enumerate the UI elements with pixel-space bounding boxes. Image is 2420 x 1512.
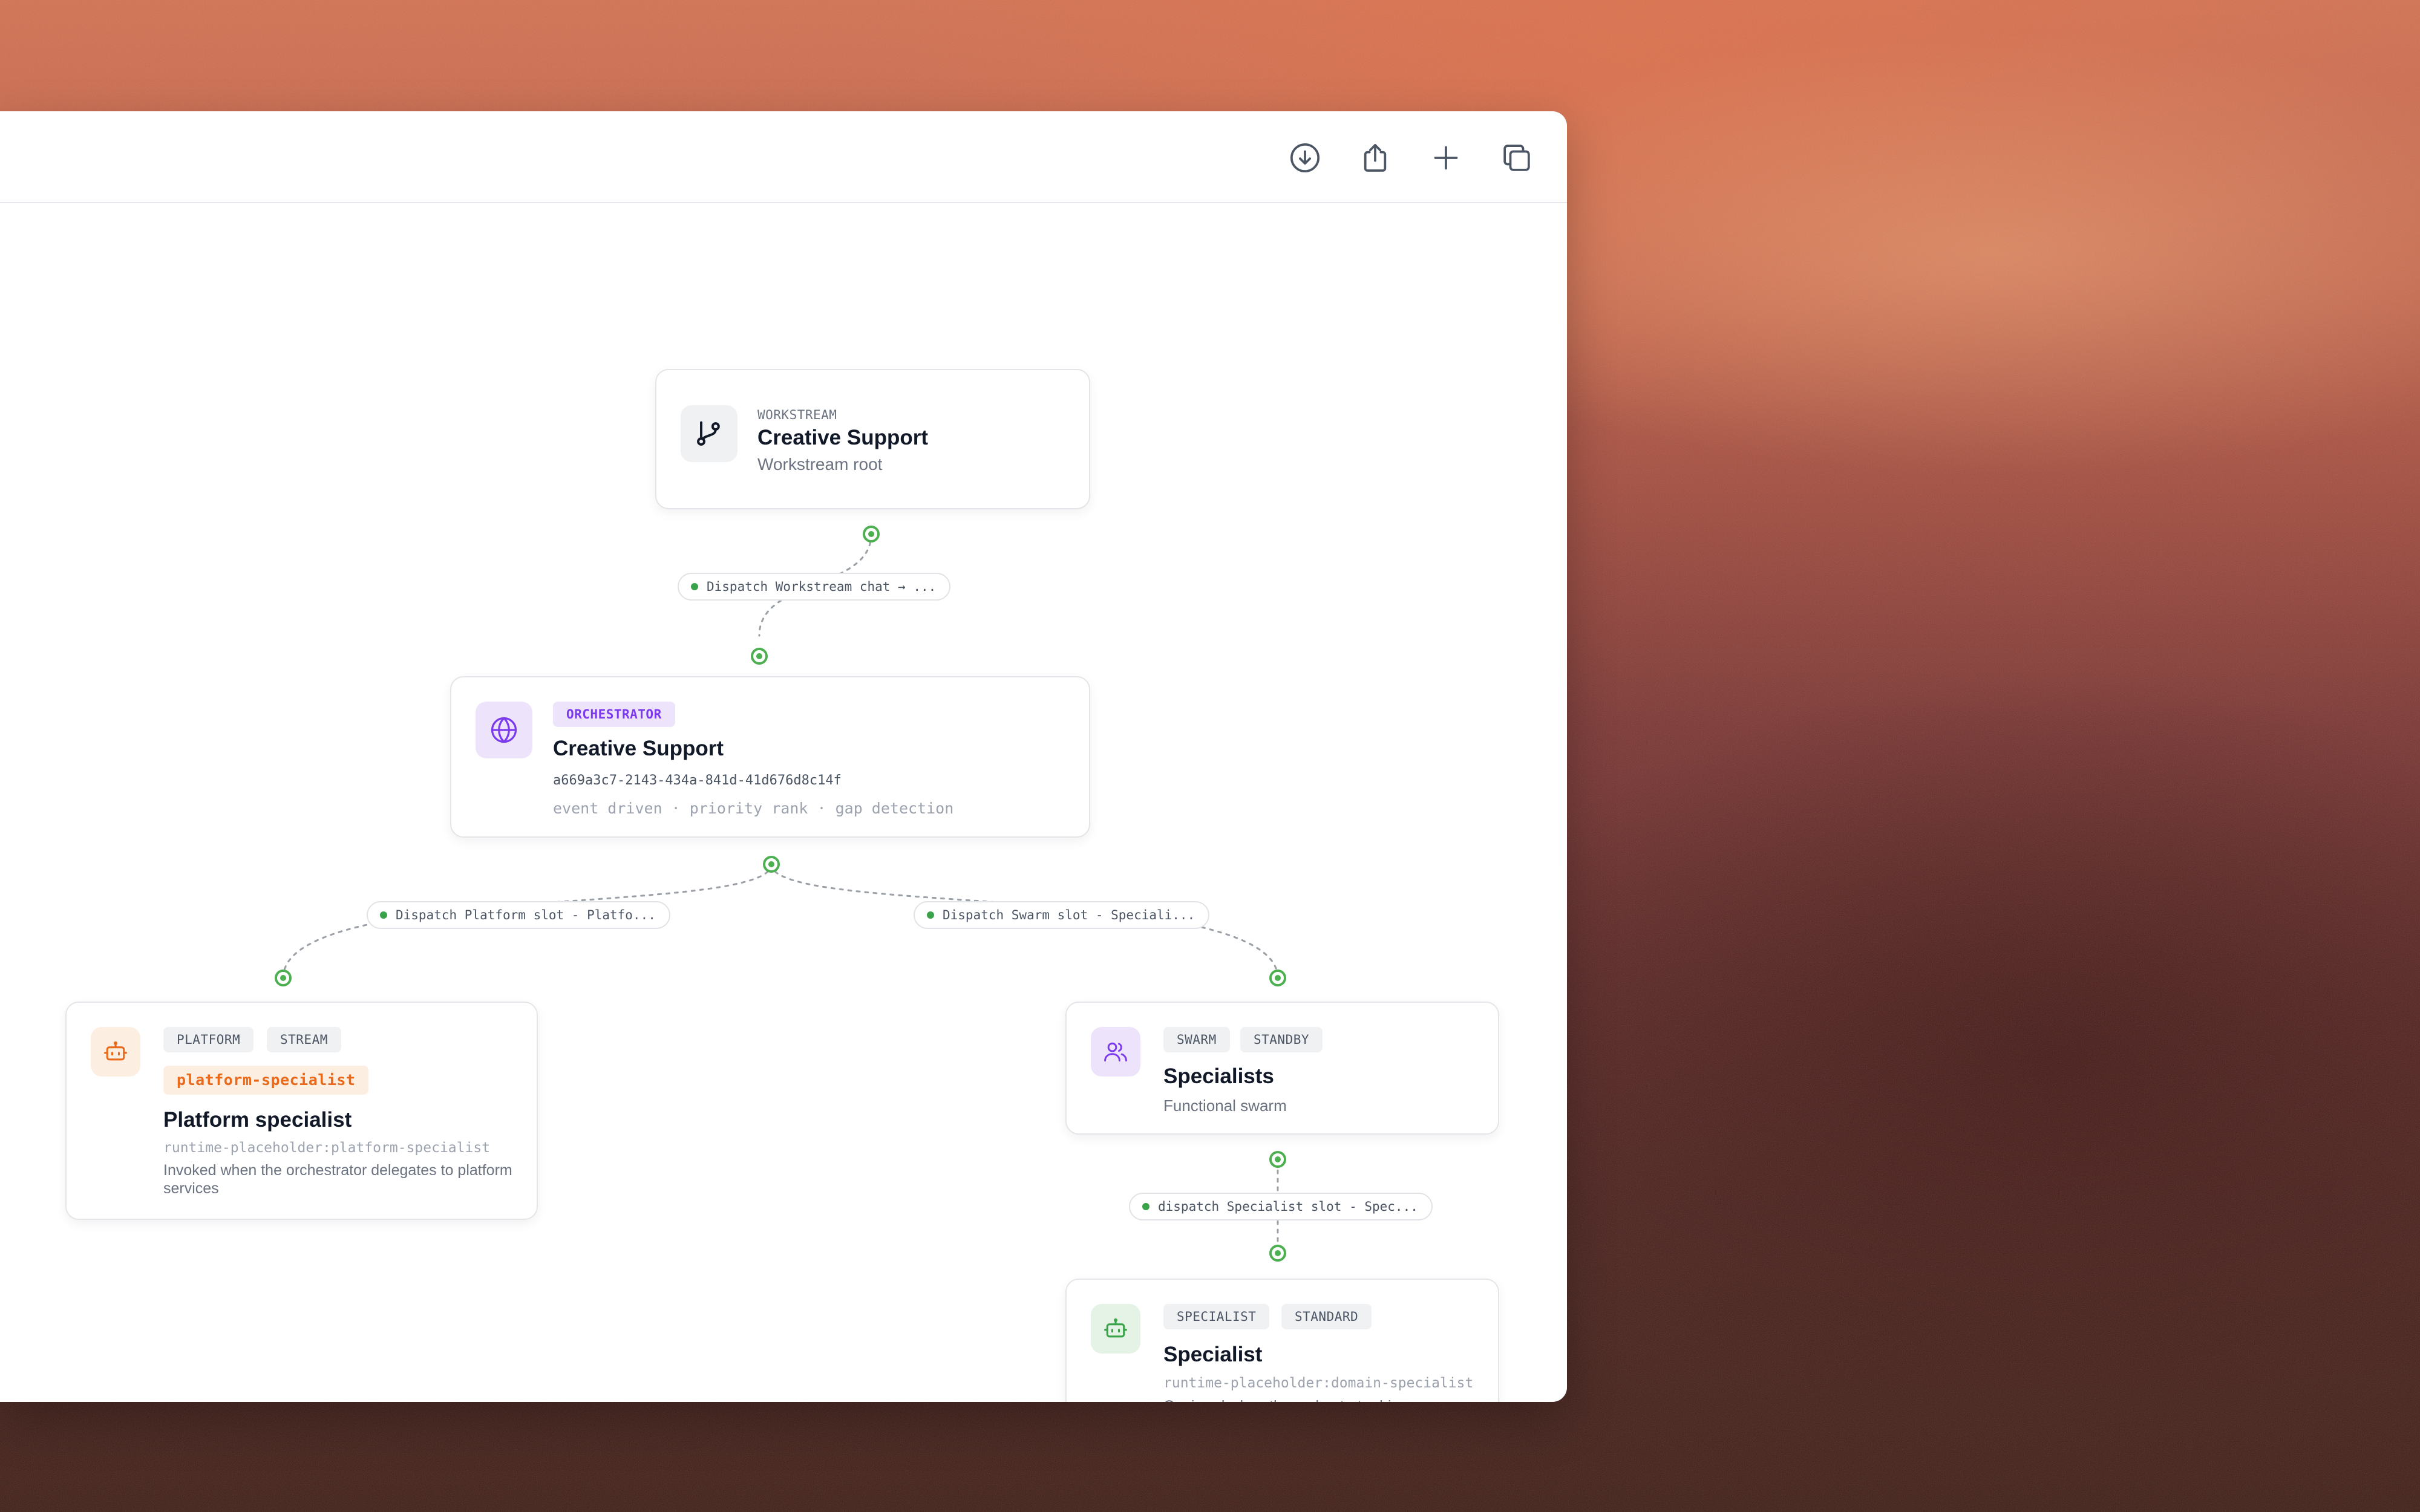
workstream-eyebrow: WORKSTREAM <box>757 408 837 422</box>
standby-tag: STANDBY <box>1240 1027 1323 1052</box>
flow-canvas[interactable]: Dispatch Workstream chat → ... Dispatch … <box>0 203 1567 1402</box>
edge-label-specialist-dispatch[interactable]: dispatch Specialist slot - Spec... <box>1129 1193 1433 1220</box>
platform-tag: PLATFORM <box>163 1027 254 1052</box>
swarm-input-port[interactable] <box>1269 969 1286 986</box>
copy-button[interactable] <box>1496 137 1538 179</box>
platform-title: Platform specialist <box>163 1108 352 1132</box>
swarm-tag: SWARM <box>1163 1027 1230 1052</box>
specialist-description: Conjured when the orchestrator hires a f… <box>1163 1397 1418 1402</box>
share-button[interactable] <box>1354 137 1396 179</box>
status-dot <box>691 583 698 590</box>
platform-slug: platform-specialist <box>163 1066 369 1095</box>
edge-label-swarm-dispatch[interactable]: Dispatch Swarm slot - Speciali... <box>914 901 1210 929</box>
orchestrator-badge: ORCHESTRATOR <box>553 702 675 727</box>
toolbar <box>0 111 1567 203</box>
app-window: Dispatch Workstream chat → ... Dispatch … <box>0 111 1567 1402</box>
workstream-subtitle: Workstream root <box>757 455 883 474</box>
bot-icon <box>1104 1318 1127 1338</box>
status-dot <box>1142 1203 1150 1210</box>
stream-tag: STREAM <box>267 1027 341 1052</box>
orchestrator-traits: event driven · priority rank · gap detec… <box>553 800 954 817</box>
orchestrator-title: Creative Support <box>553 737 724 760</box>
globe-icon <box>491 717 517 743</box>
orchestrator-node[interactable]: ORCHESTRATOR Creative Support a669a3c7-2… <box>450 676 1090 838</box>
share-icon <box>1364 144 1387 172</box>
specialist-title: Specialist <box>1163 1343 1263 1366</box>
swarm-subtitle: Functional swarm <box>1163 1097 1287 1115</box>
workstream-title: Creative Support <box>757 426 928 449</box>
orchestrator-icon-box <box>476 702 532 758</box>
workstream-node[interactable]: WORKSTREAM Creative Support Workstream r… <box>655 369 1090 509</box>
edge-label-workstream-dispatch[interactable]: Dispatch Workstream chat → ... <box>678 573 951 601</box>
edge-label-text: Dispatch Workstream chat → ... <box>707 579 937 594</box>
swarm-node[interactable]: SWARM STANDBY Specialists Functional swa… <box>1065 1002 1499 1135</box>
platform-input-port[interactable] <box>275 969 292 986</box>
orchestrator-id: a669a3c7-2143-434a-841d-41d676d8c14f <box>553 773 842 788</box>
edge-label-text: dispatch Specialist slot - Spec... <box>1158 1199 1418 1214</box>
branch-icon <box>697 421 720 446</box>
download-button[interactable] <box>1284 137 1326 179</box>
specialist-node[interactable]: SPECIALIST STANDARD Specialist runtime-p… <box>1065 1279 1499 1402</box>
users-icon <box>1104 1042 1127 1062</box>
orchestrator-output-port[interactable] <box>763 856 780 873</box>
standard-tag: STANDARD <box>1281 1304 1372 1329</box>
specialist-runtime: runtime-placeholder:domain-specialist <box>1163 1375 1474 1391</box>
workstream-icon-box <box>681 405 737 462</box>
specialist-icon-box <box>1091 1304 1140 1354</box>
edge-label-text: Dispatch Platform slot - Platfo... <box>396 908 656 922</box>
download-icon <box>1290 143 1320 173</box>
copy-icon <box>1503 145 1530 171</box>
platform-runtime: runtime-placeholder:platform-specialist <box>163 1140 491 1156</box>
orchestrator-input-port[interactable] <box>751 648 768 665</box>
specialist-tag: SPECIALIST <box>1163 1304 1270 1329</box>
swarm-title: Specialists <box>1163 1064 1274 1088</box>
status-dot <box>380 911 387 919</box>
specialist-input-port[interactable] <box>1269 1245 1286 1262</box>
platform-icon-box <box>91 1027 140 1077</box>
bot-icon <box>104 1041 127 1061</box>
add-button[interactable] <box>1425 137 1467 179</box>
swarm-icon-box <box>1091 1027 1140 1077</box>
edge-label-platform-dispatch[interactable]: Dispatch Platform slot - Platfo... <box>367 901 670 929</box>
platform-description: Invoked when the orchestrator delegates … <box>163 1162 512 1197</box>
platform-specialist-node[interactable]: PLATFORM STREAM platform-specialist Plat… <box>65 1002 538 1220</box>
plus-icon <box>1434 146 1458 170</box>
edge-label-text: Dispatch Swarm slot - Speciali... <box>943 908 1195 922</box>
status-dot <box>927 911 934 919</box>
swarm-output-port[interactable] <box>1269 1151 1286 1168</box>
workstream-output-port[interactable] <box>863 526 880 543</box>
